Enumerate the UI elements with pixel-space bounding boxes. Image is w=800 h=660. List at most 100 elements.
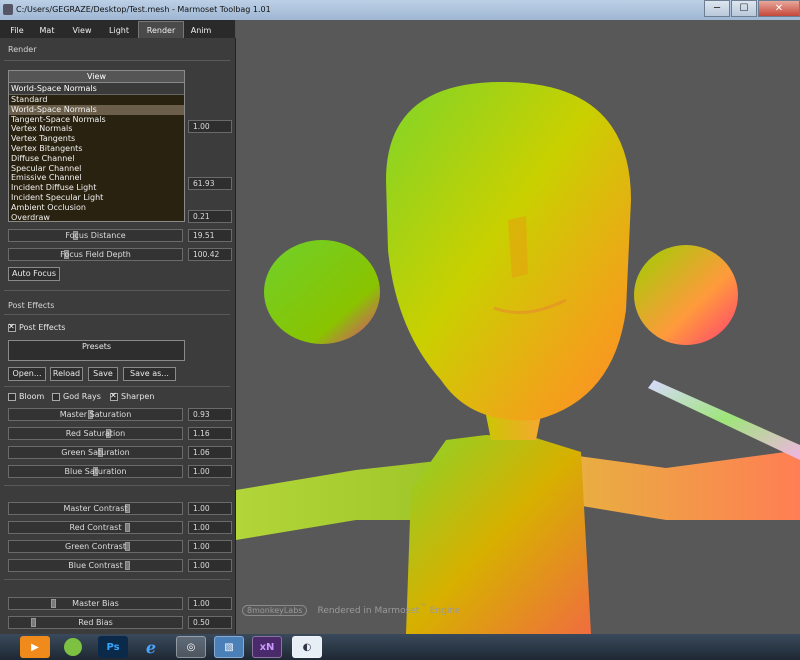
green-contrast-value[interactable]: 1.00 [188,540,232,553]
save-button[interactable]: Save [88,367,118,381]
dropdown-option[interactable]: Overdraw [9,213,184,223]
red-bias-slider[interactable]: Red Bias [8,616,183,629]
dropdown-option[interactable]: Vertex Normals [9,124,184,134]
dropdown-option[interactable]: Diffuse Channel [9,154,184,164]
post-effects-section-title: Post Effects [8,301,55,310]
slider-label: Green Contrast [65,542,126,551]
dropdown-option[interactable]: Specular Channel [9,164,184,174]
master-bias-slider[interactable]: Master Bias [8,597,183,610]
green-saturation-value[interactable]: 1.06 [188,446,232,459]
checkbox-icon[interactable] [52,392,60,401]
dropdown-option[interactable]: Incident Diffuse Light [9,183,184,193]
title-bar: C:/Users/GEGRAZE/Desktop/Test.mesh - Mar… [0,0,800,20]
character-render [236,81,800,634]
left-ear [264,240,380,344]
blue-contrast-value[interactable]: 1.00 [188,559,232,572]
tab-anim[interactable]: Anim [186,23,216,38]
master-contrast-slider[interactable]: Master Contrast [8,502,183,515]
tab-file[interactable]: File [4,23,30,38]
divider [4,60,230,61]
red-contrast-value[interactable]: 1.00 [188,521,232,534]
divider [4,290,230,291]
slider-label: Master Bias [72,599,119,608]
dropdown-option-list: Standard World-Space Normals Tangent-Space… [9,95,184,222]
slider-label: Master Contrast [63,504,128,513]
blue-saturation-value[interactable]: 1.00 [188,465,232,478]
slider-label: Master Saturation [59,410,132,419]
dropdown-option[interactable]: Tangent-Space Normals [9,115,184,125]
auto-focus-button[interactable]: Auto Focus [8,267,60,281]
blue-contrast-slider[interactable]: Blue Contrast [8,559,183,572]
picture-icon[interactable]: ▧ [214,636,244,658]
master-saturation-slider[interactable]: Master Saturation [8,408,183,421]
maximize-button[interactable]: ☐ [731,0,757,17]
sharpen-checkbox[interactable]: Sharpen [110,391,155,402]
green-saturation-slider[interactable]: Green Saturation [8,446,183,459]
engine-watermark: 8monkeyLabs Rendered in Marmoset™ Engine [242,602,461,616]
checkbox-icon[interactable] [110,391,118,401]
master-saturation-value[interactable]: 0.93 [188,408,232,421]
master-bias-value[interactable]: 1.00 [188,597,232,610]
3d-viewport[interactable]: 8monkeyLabs Rendered in Marmoset™ Engine [236,20,800,634]
8monkey-logo: 8monkeyLabs [242,605,308,616]
tab-light[interactable]: Light [104,23,134,38]
red-saturation-value[interactable]: 1.16 [188,427,232,440]
checkbox-icon[interactable] [8,392,16,401]
watermark-suffix: Engine [429,606,461,616]
xnormal-icon[interactable]: xN [252,636,282,658]
dropdown-option[interactable]: Incident Specular Light [9,193,184,203]
checkbox-icon[interactable] [8,322,16,332]
focus-distance-slider[interactable]: Focus Distance [8,229,183,242]
slider-label: Green Saturation [61,448,130,457]
red-bias-value[interactable]: 0.50 [188,616,232,629]
window-controls: ─ ☐ ✕ [703,0,800,18]
post-effects-checkbox[interactable]: Post Effects [8,322,65,333]
marmoset-icon[interactable]: ◐ [292,636,322,658]
hidden-value-1[interactable]: 1.00 [188,120,232,133]
tab-render[interactable]: Render [138,21,184,39]
dropdown-option[interactable]: Emissive Channel [9,173,184,183]
focus-distance-value[interactable]: 19.51 [188,229,232,242]
right-ear [634,245,738,345]
blue-saturation-slider[interactable]: Blue Saturation [8,465,183,478]
render-panel: Render 1.00 61.93 0.21 Focus Distance 19… [0,38,236,634]
view-mode-dropdown[interactable]: View World-Space Normals Standard World-S… [8,70,185,222]
dropdown-current-value[interactable]: World-Space Normals [9,83,184,95]
dropdown-option[interactable]: World-Space Normals [9,104,184,115]
right-arm [571,450,800,520]
minimize-button[interactable]: ─ [704,0,730,17]
focus-field-depth-slider[interactable]: Focus Field Depth [8,248,183,261]
dropdown-option[interactable]: Vertex Bitangents [9,144,184,154]
open-button[interactable]: Open... [8,367,46,381]
tab-mat[interactable]: Mat [34,23,60,38]
bloom-checkbox[interactable]: Bloom [8,392,44,402]
reload-button[interactable]: Reload [50,367,83,381]
save-as-button[interactable]: Save as... [123,367,176,381]
slider-label: Blue Saturation [64,467,127,476]
hidden-value-2[interactable]: 61.93 [188,177,232,190]
media-player-icon[interactable]: ▶ [20,636,50,658]
photoshop-icon[interactable]: Ps [98,636,128,658]
checkbox-label: Bloom [19,392,45,401]
unity-icon[interactable]: ◎ [176,636,206,658]
dropdown-option[interactable]: Standard [9,95,184,105]
window-title: C:/Users/GEGRAZE/Desktop/Test.mesh - Mar… [16,5,271,14]
spotify-icon[interactable] [58,636,88,658]
watermark-prefix: Rendered in Marmoset [317,606,420,616]
focus-field-depth-value[interactable]: 100.42 [188,248,232,261]
dropdown-option[interactable]: Vertex Tangents [9,134,184,144]
green-contrast-slider[interactable]: Green Contrast [8,540,183,553]
hidden-value-3[interactable]: 0.21 [188,210,232,223]
dropdown-option[interactable]: Ambient Occlusion [9,203,184,213]
slider-label: Focus Distance [65,231,126,240]
red-contrast-slider[interactable]: Red Contrast [8,521,183,534]
tab-view[interactable]: View [68,23,96,38]
red-saturation-slider[interactable]: Red Saturation [8,427,183,440]
master-contrast-value[interactable]: 1.00 [188,502,232,515]
presets-box[interactable]: Presets [8,340,185,361]
internet-explorer-icon[interactable]: ℯ [136,636,166,658]
slider-label: Blue Contrast [68,561,123,570]
close-button[interactable]: ✕ [758,0,800,17]
god-rays-checkbox[interactable]: God Rays [52,392,101,402]
checkbox-label: Sharpen [121,392,155,401]
